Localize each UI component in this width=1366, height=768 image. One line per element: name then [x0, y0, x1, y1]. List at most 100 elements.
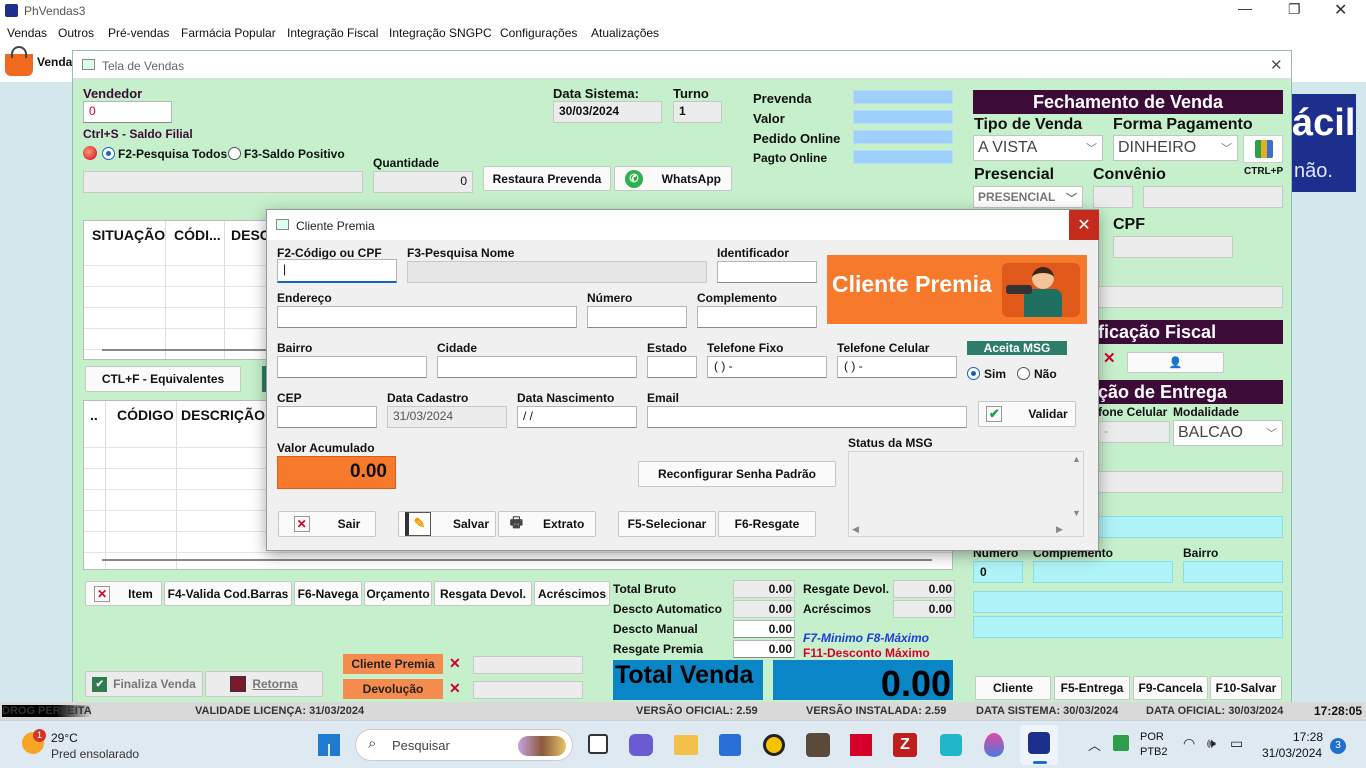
grid1-col-codigo[interactable]: CÓDI...	[174, 227, 221, 243]
complemento-field[interactable]	[1033, 561, 1173, 583]
tipo-venda-select[interactable]: A VISTA ﹀	[973, 135, 1103, 161]
norton-icon[interactable]	[763, 734, 785, 756]
item-button[interactable]: ✕ Item	[85, 581, 162, 606]
tray-chevron-icon[interactable]: ︿	[1088, 735, 1101, 754]
menu-integracao-fiscal[interactable]: Integração Fiscal	[287, 26, 378, 40]
aceita-nao-radio[interactable]	[1017, 367, 1030, 380]
dialog-close-button[interactable]: ✕	[1069, 210, 1099, 240]
task-view-icon[interactable]	[588, 734, 608, 754]
convenio-code-field[interactable]	[1093, 186, 1133, 208]
cliente-button[interactable]: Cliente	[975, 676, 1051, 700]
drop-app-icon[interactable]	[984, 733, 1004, 757]
dlg-status-msg-box[interactable]: ▲ ▼ ◀ ▶	[848, 451, 1084, 537]
taskbar-time[interactable]: 17:28	[1293, 730, 1323, 744]
items-grid-scrollbar[interactable]	[102, 559, 932, 561]
restaura-prevenda-button[interactable]: Restaura Prevenda	[483, 166, 611, 191]
volume-icon[interactable]: 🕪	[1207, 735, 1216, 752]
menu-vendas[interactable]: Vendas	[7, 26, 47, 40]
devolucao-remove-icon[interactable]: ✕	[449, 680, 461, 697]
entrega-field-1[interactable]	[1093, 471, 1283, 493]
f5-selecionar-button[interactable]: F5-Selecionar	[618, 511, 716, 537]
filezilla-icon[interactable]: Z	[893, 733, 917, 757]
grid2-col-dots[interactable]: ..	[90, 407, 98, 423]
f10-salvar-button[interactable]: F10-Salvar	[1210, 676, 1282, 700]
taskbar-search[interactable]: ⌕ Pesquisar	[355, 729, 573, 761]
dlg-nome-input[interactable]	[407, 261, 707, 283]
windows-start-icon[interactable]	[318, 734, 340, 756]
product-search-input[interactable]	[83, 171, 363, 193]
notification-badge[interactable]: 3	[1330, 738, 1346, 754]
app-cube-icon[interactable]	[940, 734, 962, 756]
dlg-estado-input[interactable]	[647, 356, 697, 378]
modalidade-select[interactable]: BALCAO ﹀	[1173, 420, 1283, 446]
store-icon[interactable]	[719, 734, 741, 756]
scroll-left-icon[interactable]: ◀	[852, 524, 859, 535]
dlg-cidade-input[interactable]	[437, 356, 637, 378]
close-icon[interactable]: ✕	[1334, 0, 1347, 20]
wifi-icon[interactable]: ◠	[1183, 735, 1195, 752]
phvendas-taskbar-icon[interactable]	[1020, 725, 1058, 765]
descto-manual-value[interactable]: 0.00	[733, 620, 795, 638]
menu-configuracoes[interactable]: Configurações	[500, 26, 577, 40]
convenio-name-field[interactable]	[1143, 186, 1283, 208]
dlg-numero-input[interactable]	[587, 306, 687, 328]
extrato-button[interactable]: 🖶 Extrato	[498, 511, 596, 537]
forma-pagamento-select[interactable]: DINHEIRO ﹀	[1113, 135, 1238, 161]
game-app-icon[interactable]	[806, 733, 830, 757]
finaliza-venda-button[interactable]: ✔ Finaliza Venda	[85, 671, 203, 697]
scroll-down-icon[interactable]: ▼	[1072, 508, 1081, 518]
presencial-select[interactable]: PRESENCIAL ﹀	[973, 186, 1083, 208]
devolucao-tag[interactable]: Devolução	[343, 679, 443, 699]
dlg-bairro-input[interactable]	[277, 356, 427, 378]
telefone-celular-field[interactable]: -	[1098, 421, 1170, 443]
scroll-up-icon[interactable]: ▲	[1072, 454, 1081, 464]
entrega-field-2[interactable]	[1093, 516, 1283, 538]
quantidade-input[interactable]: 0	[373, 171, 473, 193]
anydesk-icon[interactable]	[850, 734, 872, 756]
toolbar-venda-label[interactable]: Venda	[37, 55, 72, 69]
grid1-col-descricao[interactable]: DESC	[231, 227, 270, 243]
reconfigurar-senha-button[interactable]: Reconfigurar Senha Padrão	[638, 461, 836, 487]
dlg-email-input[interactable]	[647, 406, 967, 428]
grid1-col-situacao[interactable]: SITUAÇÃO	[92, 227, 165, 243]
cpf-field[interactable]	[1113, 236, 1233, 258]
bairro-field[interactable]	[1183, 561, 1283, 583]
f6-resgate-button[interactable]: F6-Resgate	[718, 511, 816, 537]
dlg-cep-input[interactable]	[277, 406, 377, 428]
cliente-premia-remove-icon[interactable]: ✕	[449, 655, 461, 672]
aceita-sim-radio[interactable]	[967, 367, 980, 380]
menu-farmacia-popular[interactable]: Farmácia Popular	[181, 26, 276, 40]
radio-pesquisa-todos[interactable]	[102, 147, 115, 160]
cliente-name-field[interactable]	[1093, 286, 1283, 308]
sair-button[interactable]: ✕ Sair	[278, 511, 376, 537]
f5-entrega-button[interactable]: F5-Entrega	[1054, 676, 1130, 700]
dlg-tel-cel-input[interactable]: ( ) -	[837, 356, 957, 378]
dlg-identificador-input[interactable]	[717, 261, 817, 283]
acrescimos-button[interactable]: Acréscimos	[534, 581, 610, 606]
maximize-icon[interactable]: ❐	[1288, 1, 1301, 18]
grid2-col-descricao[interactable]: DESCRIÇÃO	[181, 407, 265, 423]
numero-field[interactable]: 0	[973, 561, 1023, 583]
menu-outros[interactable]: Outros	[58, 26, 94, 40]
file-explorer-icon[interactable]	[674, 735, 698, 755]
f9-cancela-button[interactable]: F9-Cancela	[1133, 676, 1208, 700]
sales-window-close-icon[interactable]: ✕	[1270, 56, 1283, 74]
validar-button[interactable]: ✔ Validar	[978, 401, 1076, 427]
battery-icon[interactable]: ▭	[1230, 735, 1243, 752]
menu-atualizacoes[interactable]: Atualizações	[591, 26, 659, 40]
valida-cod-barras-button[interactable]: F4-Valida Cod.Barras	[164, 581, 292, 606]
cliente-premia-tag[interactable]: Cliente Premia	[343, 654, 443, 674]
tray-app-icon[interactable]	[1113, 735, 1129, 751]
entrega-field-4[interactable]	[973, 616, 1283, 638]
dlg-endereco-input[interactable]	[277, 306, 577, 328]
salvar-button[interactable]: ✎ Salvar	[398, 511, 496, 537]
entrega-field-3[interactable]	[973, 591, 1283, 613]
vendedor-input[interactable]: 0	[83, 101, 172, 123]
radio-saldo-positivo[interactable]	[228, 147, 241, 160]
dlg-data-nasc-input[interactable]: / /	[517, 406, 637, 428]
menu-integracao-sngpc[interactable]: Integração SNGPC	[389, 26, 492, 40]
fiscal-clear-icon[interactable]: ✕	[1103, 349, 1116, 367]
equivalentes-button[interactable]: CTL+F - Equivalentes	[85, 366, 241, 392]
navega-button[interactable]: F6-Navega	[294, 581, 362, 606]
orcamento-button[interactable]: Orçamento	[364, 581, 432, 606]
